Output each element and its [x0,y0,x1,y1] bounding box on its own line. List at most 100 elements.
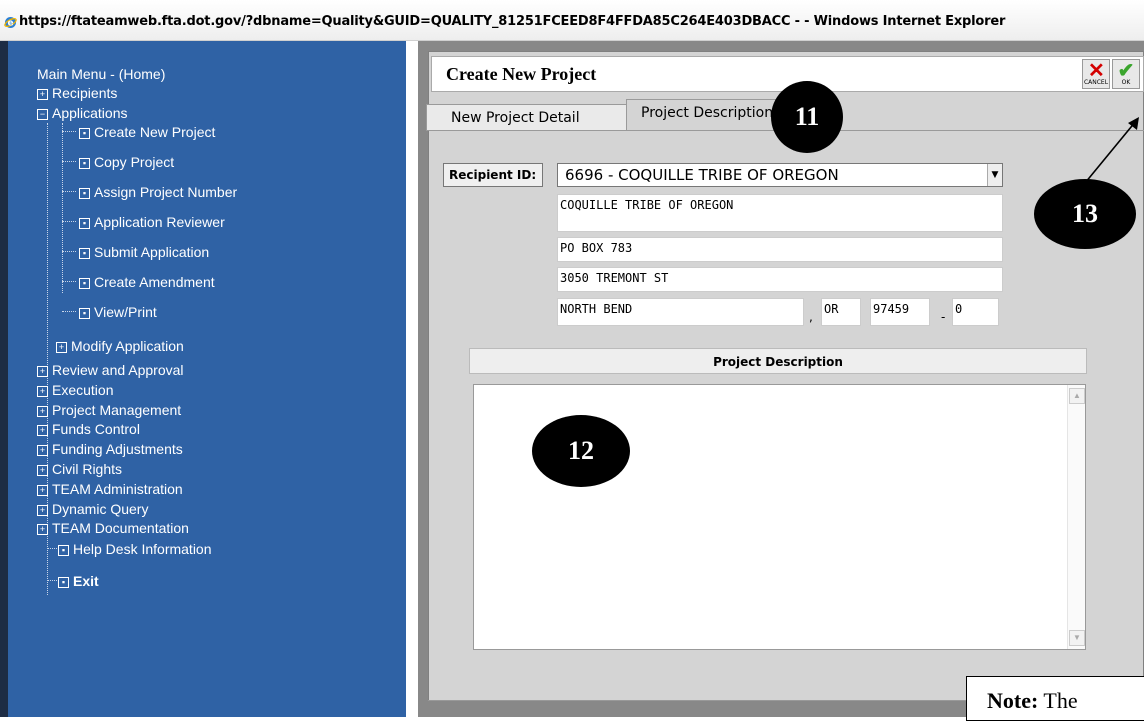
cancel-x-icon: ✕ [1088,60,1105,82]
sidebar-item-application-reviewer[interactable]: ▪ Application Reviewer [79,214,225,230]
cancel-button[interactable]: ✕ CANCEL [1082,59,1110,89]
tree-line [62,251,76,252]
zip-field[interactable]: 97459 [870,298,930,326]
checkmark-icon: ✔ [1117,60,1135,82]
expand-plus-icon: + [37,465,48,476]
callout-13: 13 [1034,179,1136,249]
callout-12: 12 [532,415,630,487]
sidebar-item-label: Dynamic Query [52,501,149,517]
sidebar-item-team-documentation[interactable]: + TEAM Documentation [37,520,189,536]
sidebar-item-main-menu[interactable]: Main Menu - (Home) [37,66,165,82]
tree-line [47,548,57,549]
dash-separator: - [941,310,946,324]
textarea-scrollbar[interactable]: ▲ ▼ [1067,385,1085,649]
sidebar-item-label: Modify Application [71,338,184,354]
sidebar-item-label: Assign Project Number [94,184,238,200]
sidebar-item-label: Submit Application [94,244,210,260]
expand-plus-icon: + [37,386,48,397]
sidebar-item-create-amendment[interactable]: ▪ Create Amendment [79,274,215,290]
tree-line [62,161,76,162]
sidebar-item-label: Review and Approval [52,362,184,378]
tree-line [62,123,63,293]
tree-line [62,221,76,222]
sidebar-item-applications[interactable]: − Applications [37,105,128,121]
ok-button-label: OK [1121,79,1131,86]
ok-button[interactable]: ✔ OK [1112,59,1140,89]
sidebar-item-funds-control[interactable]: + Funds Control [37,421,140,437]
collapse-minus-icon: − [37,109,48,120]
sidebar-item-dynamic-query[interactable]: + Dynamic Query [37,501,148,517]
sidebar-item-create-new-project[interactable]: ▪ Create New Project [79,124,215,140]
sidebar-item-help-desk-information[interactable]: ▪ Help Desk Information [58,541,212,557]
address-line2-field[interactable]: 3050 TREMONT ST [557,267,1003,292]
recipient-id-select[interactable]: 6696 - COQUILLE TRIBE OF OREGON ▼ [557,163,1003,187]
sidebar-item-funding-adjustments[interactable]: + Funding Adjustments [37,441,183,457]
chevron-down-icon[interactable]: ▼ [987,164,1002,186]
sidebar-item-team-administration[interactable]: + TEAM Administration [37,481,183,497]
sidebar-item-submit-application[interactable]: ▪ Submit Application [79,244,209,260]
city-field[interactable]: NORTH BEND [557,298,804,326]
sidebar-item-label: TEAM Documentation [52,520,189,536]
tree-line [62,131,76,132]
bullet-icon: ▪ [79,158,90,169]
bullet-icon: ▪ [58,545,69,556]
tree-line [62,191,76,192]
sidebar-item-review-and-approval[interactable]: + Review and Approval [37,362,184,378]
sidebar-item-assign-project-number[interactable]: ▪ Assign Project Number [79,184,237,200]
callout-arrow [1084,117,1139,184]
zip-extension-field[interactable]: 0 [952,298,999,326]
state-field[interactable]: OR [821,298,861,326]
tree-line [62,281,76,282]
recipient-id-value: 6696 - COQUILLE TRIBE OF OREGON [565,166,839,184]
sidebar-item-label: Execution [52,382,114,398]
sidebar-item-label: Civil Rights [52,461,123,477]
bullet-icon: ▪ [79,278,90,289]
svg-text:e: e [7,19,13,29]
page-title: Create New Project [446,64,597,84]
comma-separator: , [809,310,813,324]
bullet-icon: ▪ [79,248,90,259]
sidebar-item-label: View/Print [94,304,157,320]
note-text: The [1043,688,1078,713]
sidebar-item-label: Funding Adjustments [52,441,183,457]
sidebar-item-view-print[interactable]: ▪ View/Print [79,304,157,320]
tab-new-project-detail[interactable]: New Project Detail [426,104,629,130]
recipient-id-label: Recipient ID: [443,163,543,187]
note-label: Note: [987,688,1039,713]
recipient-name-field[interactable]: COQUILLE TRIBE OF OREGON [557,194,1003,232]
sidebar-item-label: TEAM Administration [52,481,183,497]
sidebar-item-label: Recipients [52,85,118,101]
sidebar-item-label: Create Amendment [94,274,215,290]
sidebar-item-label: Main Menu - (Home) [37,66,166,82]
callout-11: 11 [771,81,843,153]
expand-plus-icon: + [37,445,48,456]
expand-plus-icon: + [37,485,48,496]
tree-line [47,580,57,581]
bullet-icon: ▪ [79,308,90,319]
sidebar-item-modify-application[interactable]: + Modify Application [56,338,184,354]
bullet-icon: ▪ [79,128,90,139]
sidebar-item-exit[interactable]: ▪ Exit [58,573,99,589]
sidebar-item-label: Applications [52,105,128,121]
sidebar-item-label: Funds Control [52,421,140,437]
expand-plus-icon: + [37,425,48,436]
project-description-header: Project Description [469,348,1087,374]
scroll-up-icon[interactable]: ▲ [1069,388,1085,404]
expand-plus-icon: + [37,406,48,417]
sidebar-item-label: Copy Project [94,154,175,170]
sidebar-item-copy-project[interactable]: ▪ Copy Project [79,154,174,170]
tree-line [62,311,76,312]
sidebar-item-label: Exit [73,573,99,589]
note-box: Note: The [966,676,1144,721]
sidebar-item-project-management[interactable]: + Project Management [37,402,181,418]
expand-plus-icon: + [37,366,48,377]
internet-explorer-icon: e [4,17,17,29]
expand-plus-icon: + [37,89,48,100]
address-line1-field[interactable]: PO BOX 783 [557,237,1003,262]
sidebar-item-civil-rights[interactable]: + Civil Rights [37,461,122,477]
sidebar-item-label: Application Reviewer [94,214,225,230]
sidebar-item-execution[interactable]: + Execution [37,382,113,398]
expand-plus-icon: + [37,524,48,535]
sidebar-item-recipients[interactable]: + Recipients [37,85,117,101]
scroll-down-icon[interactable]: ▼ [1069,630,1085,646]
